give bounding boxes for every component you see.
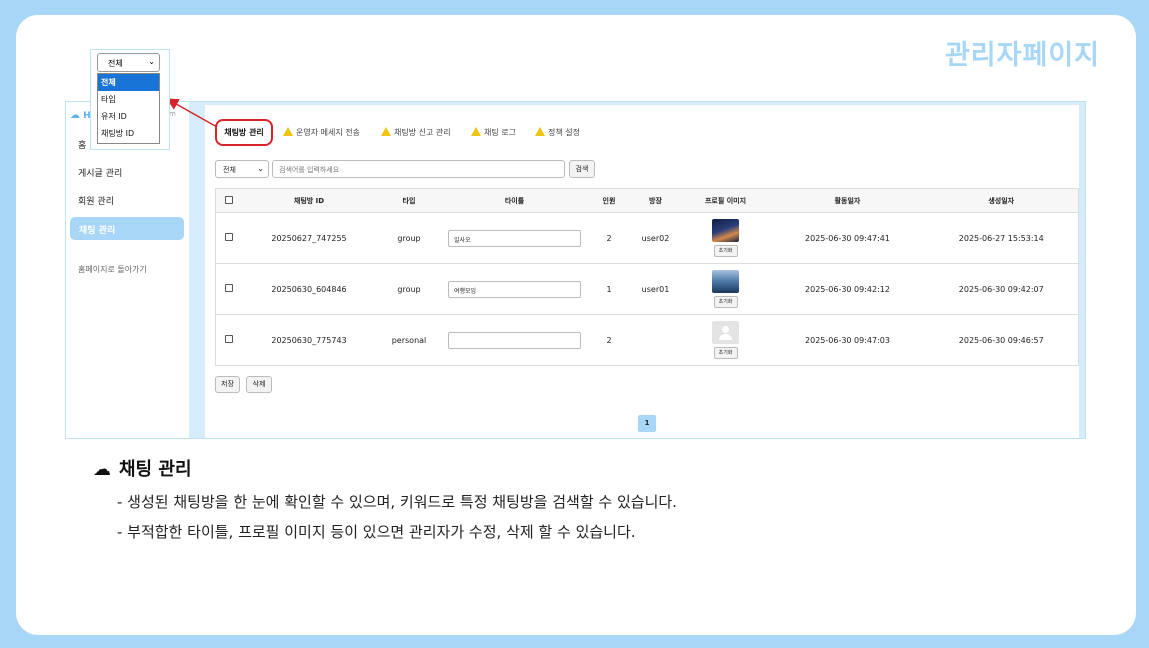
filter-select[interactable]: 전체 ⌄ <box>97 53 160 72</box>
option-all[interactable]: 전체 <box>98 74 159 91</box>
description-line: - 부적합한 타이틀, 프로필 이미지 등이 있으면 관리자가 수정, 삭제 할… <box>117 523 636 541</box>
cloud-icon: ☁ <box>93 459 111 480</box>
description-line: - 생성된 채팅방을 한 눈에 확인할 수 있으며, 키워드로 특정 채팅방을 … <box>117 493 677 511</box>
option-type[interactable]: 타입 <box>98 91 159 108</box>
dropdown-callout: 전체 ⌄ 전체 타입 유저 ID 채팅방 ID <box>90 49 170 150</box>
chevron-down-icon: ⌄ <box>148 57 155 66</box>
admin-screenshot: ☁ H m 홈 게시글 관리 회원 관리 채팅 관리 홈페이지로 돌아가기 채팅… <box>65 98 1086 439</box>
slide-title: 관리자페이지 <box>944 40 1100 71</box>
annotation-arrow <box>166 98 218 128</box>
option-user-id[interactable]: 유저 ID <box>98 108 159 125</box>
option-chatroom-id[interactable]: 채팅방 ID <box>98 125 159 142</box>
description-title: ☁ 채팅 관리 <box>93 459 192 480</box>
filter-options-list: 전체 타입 유저 ID 채팅방 ID <box>97 73 160 144</box>
